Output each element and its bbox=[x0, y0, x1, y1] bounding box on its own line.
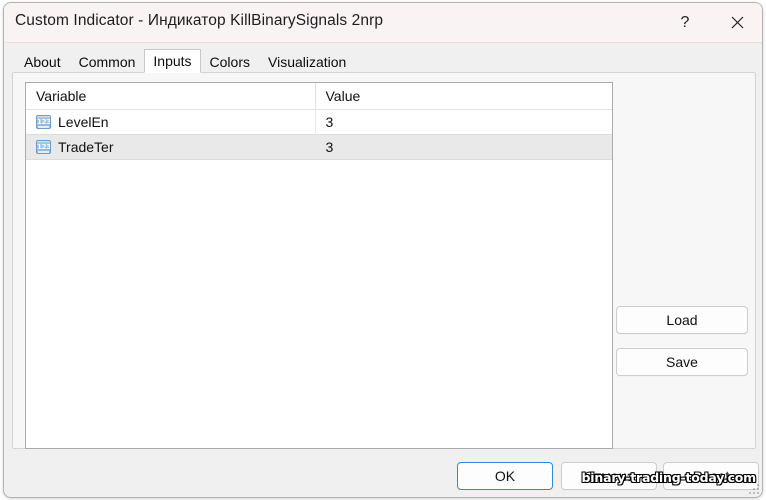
window-title: Custom Indicator - Индикатор KillBinaryS… bbox=[15, 12, 384, 29]
save-button-label: Save bbox=[666, 354, 698, 370]
cell-value[interactable]: 3 bbox=[315, 133, 612, 160]
reset-button[interactable]: Reset bbox=[663, 462, 759, 490]
cell-variable[interactable]: LevelEn bbox=[26, 109, 316, 134]
title-bar: Custom Indicator - Индикатор KillBinaryS… bbox=[4, 3, 762, 43]
variable-name: LevelEn bbox=[58, 113, 109, 130]
column-header-variable[interactable]: Variable bbox=[26, 83, 316, 110]
ok-button[interactable]: OK bbox=[457, 462, 553, 490]
help-glyph: ? bbox=[680, 13, 690, 31]
inputs-tab-page: Variable Value LevelEn 3 bbox=[12, 72, 756, 449]
table-row[interactable]: TradeTer 3 bbox=[26, 133, 612, 160]
tab-label: Visualization bbox=[268, 53, 347, 70]
reset-button-label: Reset bbox=[692, 468, 730, 484]
tab-colors[interactable]: Colors bbox=[201, 49, 259, 73]
custom-indicator-dialog: Custom Indicator - Индикатор KillBinaryS… bbox=[3, 2, 763, 498]
column-header-value[interactable]: Value bbox=[315, 83, 612, 110]
resize-grip[interactable] bbox=[748, 483, 759, 494]
cancel-button[interactable]: Отмена bbox=[561, 462, 657, 490]
load-button-label: Load bbox=[666, 312, 698, 328]
inputs-table: Variable Value LevelEn 3 bbox=[26, 83, 612, 160]
tab-label: About bbox=[24, 53, 61, 70]
tab-strip: About Common Inputs Colors Visualization bbox=[15, 49, 355, 73]
tab-inputs[interactable]: Inputs bbox=[144, 49, 201, 73]
ok-button-label: OK bbox=[494, 468, 516, 484]
tab-about[interactable]: About bbox=[15, 49, 70, 73]
load-button[interactable]: Load bbox=[616, 306, 748, 334]
variable-name: TradeTer bbox=[58, 138, 114, 155]
close-glyph bbox=[731, 16, 743, 29]
cancel-button-label: Отмена bbox=[583, 468, 635, 484]
numeric-type-icon bbox=[36, 114, 51, 129]
tab-common[interactable]: Common bbox=[70, 49, 145, 73]
table-header-row: Variable Value bbox=[26, 83, 612, 110]
tab-label: Colors bbox=[209, 53, 250, 70]
tab-label: Inputs bbox=[153, 53, 192, 69]
table-row[interactable]: LevelEn 3 bbox=[26, 109, 612, 134]
help-icon[interactable]: ? bbox=[662, 3, 708, 42]
inputs-list[interactable]: Variable Value LevelEn 3 bbox=[25, 82, 613, 449]
close-icon[interactable] bbox=[714, 3, 760, 42]
save-button[interactable]: Save bbox=[616, 348, 748, 376]
cell-value[interactable]: 3 bbox=[315, 109, 612, 134]
cell-variable[interactable]: TradeTer bbox=[26, 133, 316, 160]
tab-visualization[interactable]: Visualization bbox=[259, 49, 355, 73]
tab-label: Common bbox=[78, 53, 136, 70]
numeric-type-icon bbox=[36, 139, 51, 154]
